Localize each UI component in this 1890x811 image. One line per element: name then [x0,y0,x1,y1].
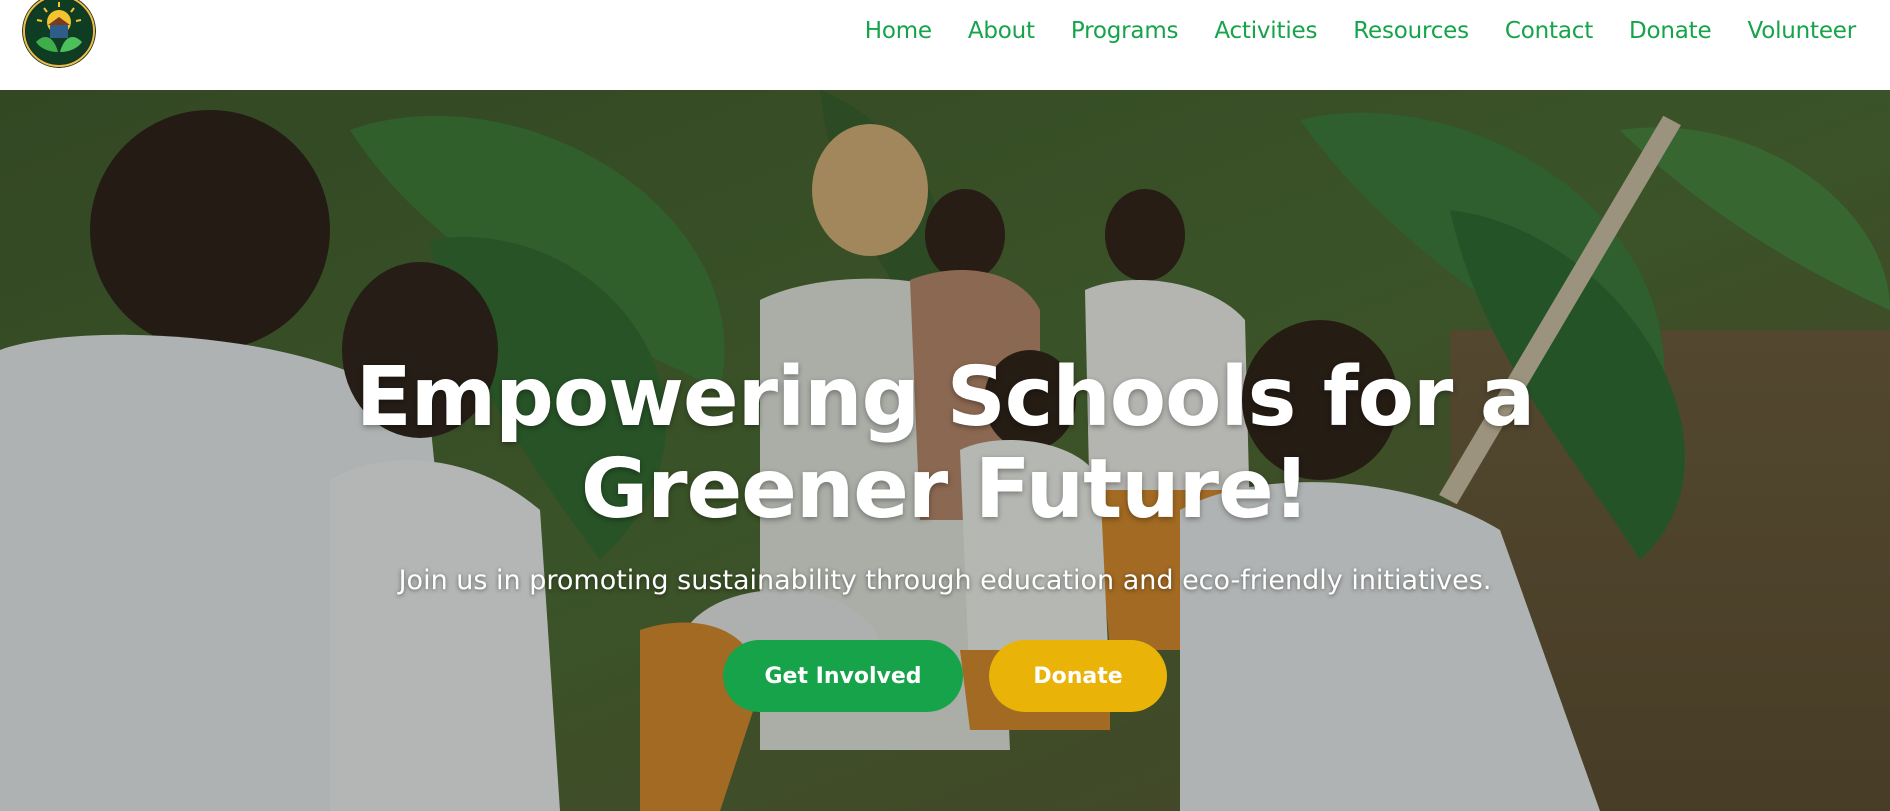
nav-link-volunteer[interactable]: Volunteer [1729,14,1874,48]
site-logo-icon[interactable] [22,0,96,68]
logo-emblem [22,0,96,68]
hero-cta-group: Get Involved Donate [0,640,1890,712]
hero-title: Empowering Schools for a Greener Future! [295,352,1595,536]
get-involved-button[interactable]: Get Involved [723,640,963,712]
hero-content: Empowering Schools for a Greener Future!… [0,352,1890,712]
nav-link-about[interactable]: About [950,14,1053,48]
nav-link-programs[interactable]: Programs [1053,14,1196,48]
donate-button[interactable]: Donate [989,640,1167,712]
nav-link-contact[interactable]: Contact [1487,14,1611,48]
hero-section: Empowering Schools for a Greener Future!… [0,90,1890,811]
nav-link-donate[interactable]: Donate [1611,14,1729,48]
main-nav: Home About Programs Activities Resources… [847,14,1874,48]
hero-title-line-1: Empowering Schools for a [355,350,1536,445]
nav-link-activities[interactable]: Activities [1196,14,1335,48]
nav-link-home[interactable]: Home [847,14,950,48]
site-header: Home About Programs Activities Resources… [0,0,1890,90]
hero-title-line-2: Greener Future! [580,442,1310,537]
nav-link-resources[interactable]: Resources [1335,14,1487,48]
hero-subtitle: Join us in promoting sustainability thro… [398,565,1492,596]
